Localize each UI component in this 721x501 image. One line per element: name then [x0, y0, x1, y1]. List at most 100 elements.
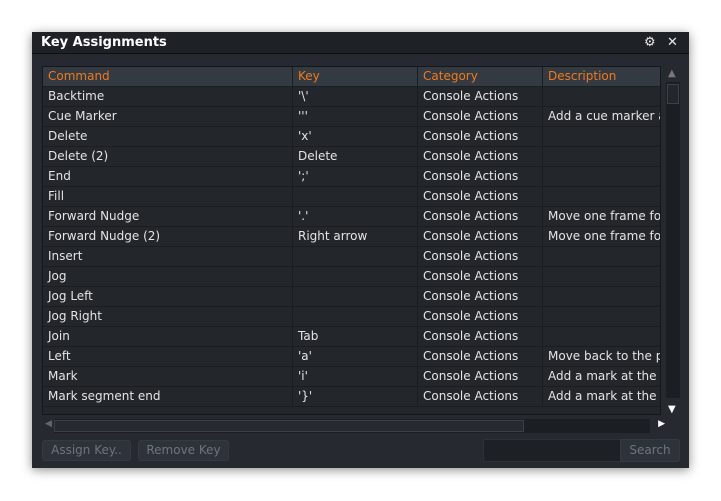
scroll-right-icon[interactable]: ▶ — [658, 419, 665, 429]
scroll-left-icon[interactable]: ◀ — [45, 419, 52, 429]
vertical-scroll-thumb[interactable] — [667, 84, 679, 104]
table-row[interactable]: Join Tab Console Actions — [43, 327, 660, 347]
cell-key: 'a' — [293, 347, 418, 366]
cell-key: Delete — [293, 147, 418, 166]
cell-description — [543, 287, 660, 306]
column-header-category[interactable]: Category — [418, 67, 543, 86]
table-row[interactable]: End ';' Console Actions — [43, 167, 660, 187]
table-row[interactable]: Jog Right Console Actions — [43, 307, 660, 327]
cell-key — [293, 187, 418, 206]
cell-key: ';' — [293, 167, 418, 186]
cell-category: Console Actions — [418, 347, 543, 366]
vertical-scrollbar[interactable]: ▲ ▼ — [665, 66, 681, 415]
cell-key: '.' — [293, 207, 418, 226]
cell-category: Console Actions — [418, 167, 543, 186]
cell-command: Jog Right — [43, 307, 293, 326]
search-input[interactable] — [483, 439, 621, 462]
cell-category: Console Actions — [418, 387, 543, 406]
table-row[interactable]: Backtime '\' Console Actions — [43, 87, 660, 107]
close-icon[interactable]: ✕ — [667, 35, 678, 50]
cell-command: End — [43, 167, 293, 186]
table-row[interactable]: Jog Console Actions — [43, 267, 660, 287]
cell-key — [293, 247, 418, 266]
cell-category: Console Actions — [418, 107, 543, 126]
cell-description — [543, 327, 660, 346]
table-row[interactable]: Forward Nudge '.' Console Actions Move one … — [43, 207, 660, 227]
cell-category: Console Actions — [418, 187, 543, 206]
key-assignments-dialog: Key Assignments ⚙ ✕ Command Key Category… — [32, 32, 689, 468]
cell-key: ''' — [293, 107, 418, 126]
cell-description: Add a mark at the e — [548, 389, 661, 403]
column-header-command[interactable]: Command — [43, 67, 293, 86]
table-row[interactable]: Delete'x' Console Actions — [43, 127, 660, 147]
assign-key-button[interactable]: Assign Key.. — [42, 440, 131, 461]
cell-key: 'x' — [293, 127, 418, 146]
horizontal-scroll-thumb[interactable] — [54, 420, 524, 432]
cell-command: Backtime — [43, 87, 293, 106]
cell-command: Mark — [43, 367, 293, 386]
table-row[interactable]: Mark'i' Console Actions Add a mark at the … — [43, 367, 660, 387]
cell-command: Insert — [43, 247, 293, 266]
cell-command: Cue Marker — [43, 107, 293, 126]
cell-description — [543, 127, 660, 146]
table-row[interactable]: Cue Marker ''' Console Actions Add a cue ma… — [43, 107, 660, 127]
cell-key: '}' — [293, 387, 418, 406]
cell-key: Tab — [293, 327, 418, 346]
horizontal-scrollbar[interactable]: ◀ ▶ — [42, 419, 665, 433]
cell-description — [543, 147, 660, 166]
table-row[interactable]: Forward Nudge (2) Right arrow Console Acti… — [43, 227, 660, 247]
cell-command: Left — [43, 347, 293, 366]
cell-category: Console Actions — [418, 127, 543, 146]
table-row[interactable]: Delete (2) Delete Console Actions — [43, 147, 660, 167]
cell-key: Right arrow — [293, 227, 418, 246]
gears-icon[interactable]: ⚙ — [644, 35, 656, 50]
cell-description — [543, 247, 660, 266]
cell-command: Join — [43, 327, 293, 346]
cell-key — [293, 267, 418, 286]
cell-command: Forward Nudge (2) — [43, 227, 293, 246]
cell-category: Console Actions — [418, 87, 543, 106]
table-row[interactable]: Mark segment end '}' Console Actions Add a … — [43, 387, 660, 407]
cell-description: Move one frame for — [548, 209, 661, 223]
cell-command: Jog — [43, 267, 293, 286]
cell-category: Console Actions — [418, 327, 543, 346]
cell-category: Console Actions — [418, 267, 543, 286]
table-row[interactable]: Fill Console Actions — [43, 187, 660, 207]
cell-description — [543, 167, 660, 186]
cell-key — [293, 307, 418, 326]
cell-category: Console Actions — [418, 147, 543, 166]
cell-key — [293, 287, 418, 306]
table-row[interactable]: Insert Console Actions — [43, 247, 660, 267]
table-row[interactable]: Jog Left Console Actions — [43, 287, 660, 307]
cell-description: Move one frame for — [548, 229, 661, 243]
scroll-down-icon[interactable]: ▼ — [668, 404, 676, 415]
cell-command: Jog Left — [43, 287, 293, 306]
search-button[interactable]: Search — [620, 439, 680, 462]
cell-command: Mark segment end — [43, 387, 293, 406]
column-header-key[interactable]: Key — [293, 67, 418, 86]
table-row[interactable]: Left'a' Console Actions Move back to the p… — [43, 347, 660, 367]
cell-description — [543, 187, 660, 206]
cell-command: Delete (2) — [43, 147, 293, 166]
cell-category: Console Actions — [418, 307, 543, 326]
cell-description: Add a cue marker a — [548, 109, 661, 123]
cell-category: Console Actions — [418, 247, 543, 266]
column-header-description[interactable]: Description — [543, 67, 660, 86]
cell-description: Move back to the pr — [548, 349, 661, 363]
cell-command: Fill — [43, 187, 293, 206]
title-bar: Key Assignments ⚙ ✕ — [32, 32, 689, 54]
cell-key: '\' — [293, 87, 418, 106]
cell-category: Console Actions — [418, 227, 543, 246]
cell-key: 'i' — [293, 367, 418, 386]
cell-description — [543, 307, 660, 326]
dialog-title: Key Assignments — [41, 35, 167, 50]
key-assignments-table: Command Key Category Description Backtim… — [42, 66, 661, 415]
cell-command: Forward Nudge — [43, 207, 293, 226]
cell-description — [543, 87, 660, 106]
scroll-up-icon[interactable]: ▲ — [668, 68, 676, 79]
remove-key-button[interactable]: Remove Key — [138, 440, 229, 461]
table-header: Command Key Category Description — [43, 67, 660, 87]
cell-category: Console Actions — [418, 287, 543, 306]
cell-category: Console Actions — [418, 367, 543, 386]
cell-command: Delete — [43, 127, 293, 146]
